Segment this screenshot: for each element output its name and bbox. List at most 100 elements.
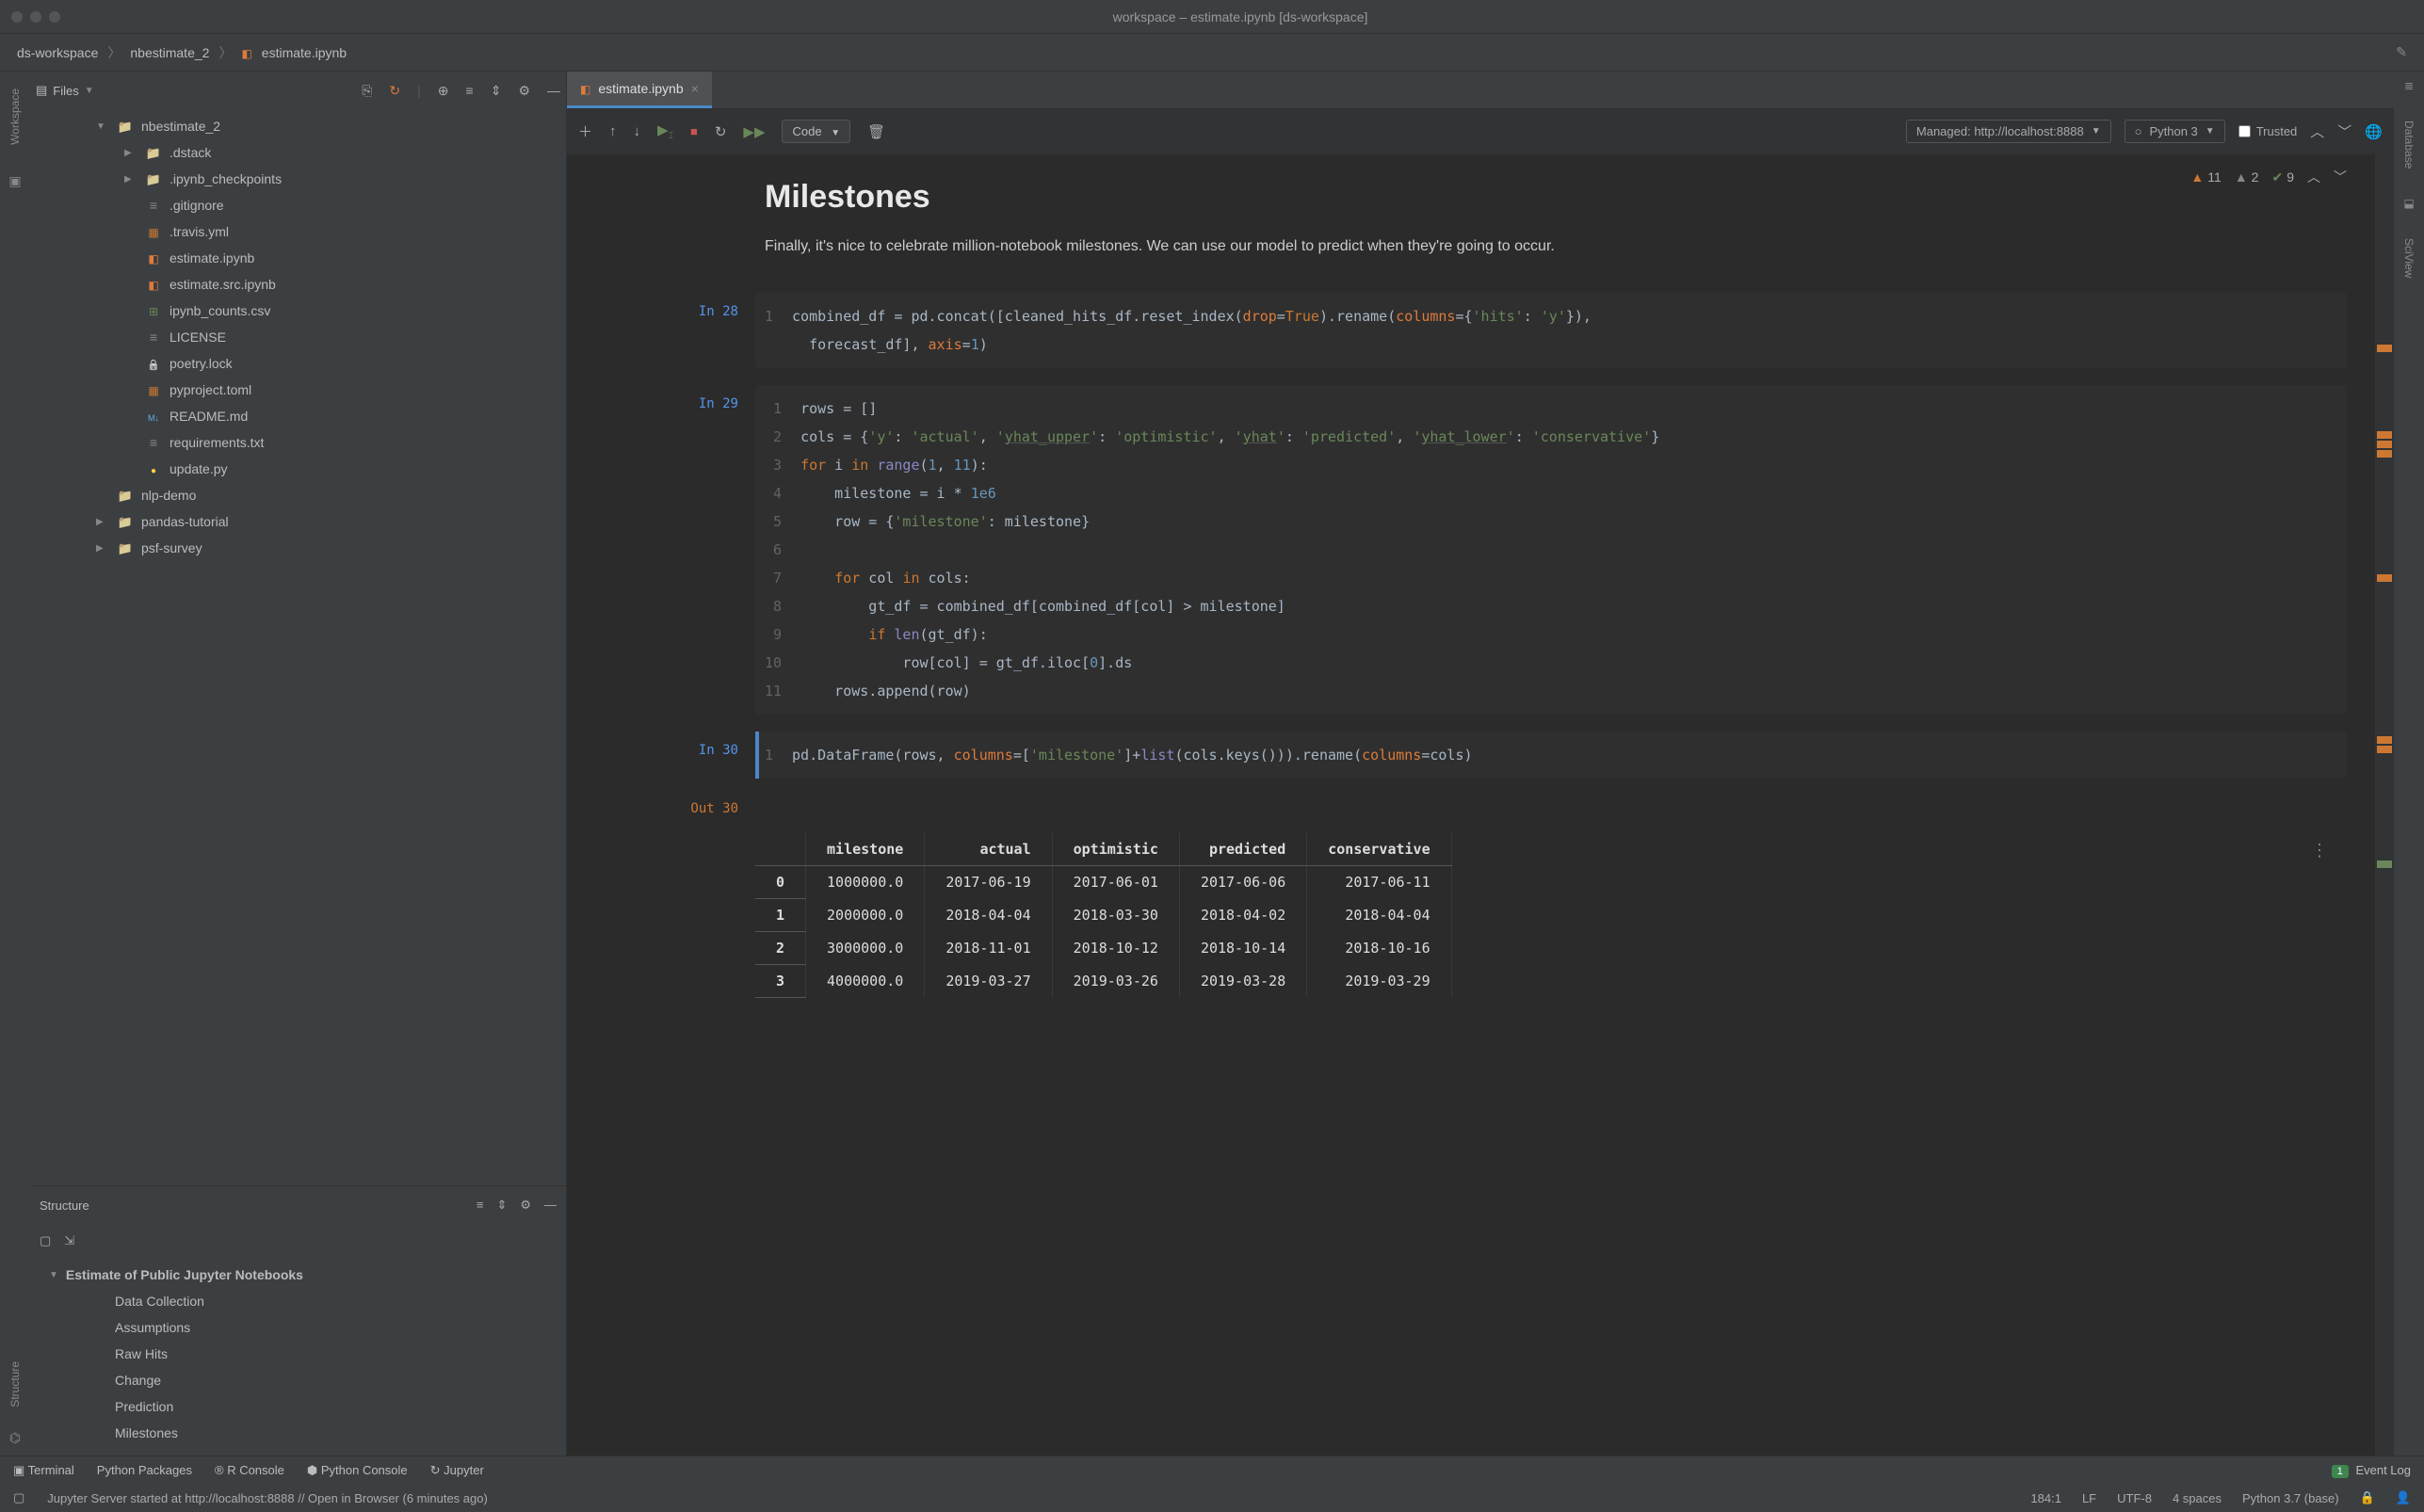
file-item[interactable]: estimate.src.ipynb bbox=[30, 271, 566, 298]
folder-item[interactable]: ▶ .ipynb_checkpoints bbox=[30, 166, 566, 192]
gear-icon[interactable]: ⚙ bbox=[518, 83, 530, 99]
code-text[interactable]: rows = [] cols = {'y': 'actual', 'yhat_u… bbox=[795, 385, 1673, 715]
people-icon[interactable]: 👤 bbox=[2396, 1490, 2411, 1505]
trusted-input[interactable] bbox=[2238, 125, 2251, 137]
folder-item[interactable]: ▶ psf-survey bbox=[30, 535, 566, 561]
run-cell-button[interactable]: ▶⌶ bbox=[657, 121, 673, 141]
inspection-status[interactable]: 11 2 9 ︿ ﹀ bbox=[2190, 168, 2347, 186]
expand-icon[interactable]: ≡ bbox=[477, 1198, 484, 1213]
markdown-paragraph[interactable]: Finally, it's nice to celebrate million-… bbox=[765, 234, 2375, 259]
line-separator[interactable]: LF bbox=[2082, 1491, 2096, 1505]
file-item[interactable]: update.py bbox=[30, 456, 566, 482]
jupyter-tab[interactable]: ↻ Jupyter bbox=[430, 1463, 484, 1478]
minimize-icon[interactable]: — bbox=[544, 1198, 557, 1213]
interpreter[interactable]: Python 3.7 (base) bbox=[2242, 1491, 2339, 1505]
structure-item[interactable]: Prediction bbox=[30, 1393, 566, 1420]
python-console-tab[interactable]: ⬢ Python Console bbox=[307, 1463, 408, 1478]
structure-tool-icon[interactable]: ⇲ bbox=[64, 1233, 74, 1248]
terminal-tab[interactable]: ▣ Terminal bbox=[13, 1463, 74, 1478]
chevron-up-icon[interactable]: ︿ bbox=[2307, 168, 2320, 186]
edit-icon[interactable]: ✎ bbox=[2396, 44, 2407, 60]
file-item[interactable]: README.md bbox=[30, 403, 566, 429]
file-item[interactable]: .travis.yml bbox=[30, 218, 566, 245]
output-table[interactable]: ⋮ milestoneactualoptimisticpredictedcons… bbox=[755, 833, 2337, 998]
expand-icon[interactable]: ≡ bbox=[466, 83, 474, 99]
indent[interactable]: 4 spaces bbox=[2173, 1491, 2222, 1505]
table-row[interactable]: 12000000.02018-04-042018-03-302018-04-02… bbox=[755, 898, 1451, 931]
kernel-chip[interactable]: ○ Python 3 ▼ bbox=[2125, 120, 2225, 143]
warning-count[interactable]: 11 bbox=[2190, 169, 2221, 185]
event-log-button[interactable]: 1 Event Log bbox=[2332, 1463, 2411, 1477]
encoding[interactable]: UTF-8 bbox=[2117, 1491, 2152, 1505]
folder-item[interactable]: ▶ .dstack bbox=[30, 139, 566, 166]
file-item[interactable]: requirements.txt bbox=[30, 429, 566, 456]
chevron-down-icon[interactable]: ▼ bbox=[85, 86, 94, 96]
file-tree[interactable]: ▼ nbestimate_2▶ .dstack▶ .ipynb_checkpoi… bbox=[30, 109, 566, 1185]
structure-item[interactable]: Milestones bbox=[30, 1420, 566, 1446]
collapse-icon[interactable]: ⇕ bbox=[496, 1198, 507, 1213]
folder-item[interactable]: ▶ pandas-tutorial bbox=[30, 508, 566, 535]
structure-item[interactable]: Data Collection bbox=[30, 1288, 566, 1314]
chevron-down-icon[interactable]: ﹀ bbox=[2337, 121, 2351, 141]
folder-item[interactable]: nlp-demo bbox=[30, 482, 566, 508]
run-all-button[interactable]: ▶▶ bbox=[743, 123, 765, 140]
structure-item[interactable]: Assumptions bbox=[30, 1314, 566, 1341]
collapse-icon[interactable]: ⇕ bbox=[491, 83, 502, 99]
add-cell-button[interactable]: ＋ bbox=[578, 121, 592, 141]
files-label[interactable]: Files bbox=[53, 84, 78, 98]
code-cell-28[interactable]: In 28 1 combined_df = pd.concat([cleaned… bbox=[595, 293, 2347, 368]
minimize-window-icon[interactable] bbox=[30, 11, 41, 23]
database-icon[interactable]: ≣ bbox=[2404, 79, 2414, 92]
workspace-tab[interactable]: Workspace bbox=[5, 79, 25, 154]
database-tab[interactable]: Database bbox=[2399, 111, 2419, 178]
tab-estimate[interactable]: estimate.ipynb × bbox=[567, 72, 712, 108]
weak-warning-count[interactable]: 2 bbox=[2235, 169, 2259, 185]
maximize-window-icon[interactable] bbox=[49, 11, 60, 23]
structure-tab[interactable]: Structure bbox=[5, 1352, 25, 1417]
table-row[interactable]: 01000000.02017-06-192017-06-012017-06-06… bbox=[755, 865, 1451, 898]
r-console-tab[interactable]: ® R Console bbox=[215, 1463, 284, 1477]
structure-item[interactable]: Raw Hits bbox=[30, 1341, 566, 1367]
cell-type-select[interactable]: Code ▼ bbox=[782, 120, 850, 143]
new-file-button[interactable]: ⎘ bbox=[362, 83, 372, 99]
close-window-icon[interactable] bbox=[11, 11, 23, 23]
delete-cell-button[interactable]: 🗑 bbox=[867, 123, 885, 140]
more-icon[interactable]: ⋮ bbox=[2311, 841, 2328, 861]
stop-button[interactable]: ■ bbox=[690, 124, 698, 138]
managed-server-chip[interactable]: Managed: http://localhost:8888 ▼ bbox=[1906, 120, 2111, 143]
breadcrumb-root[interactable]: ds-workspace bbox=[17, 45, 98, 60]
file-item[interactable]: LICENSE bbox=[30, 324, 566, 350]
file-item[interactable]: estimate.ipynb bbox=[30, 245, 566, 271]
trusted-checkbox[interactable]: Trusted bbox=[2238, 124, 2298, 138]
code-cell-29[interactable]: In 29 1234567891011 rows = [] cols = {'y… bbox=[595, 385, 2347, 715]
cursor-position[interactable]: 184:1 bbox=[2030, 1491, 2061, 1505]
python-packages-tab[interactable]: Python Packages bbox=[97, 1463, 192, 1477]
structure-tree[interactable]: ▼ Estimate of Public Jupyter Notebooks D… bbox=[30, 1258, 566, 1456]
target-icon[interactable]: ⊕ bbox=[438, 83, 449, 99]
run-icon[interactable]: ▢ bbox=[13, 1490, 24, 1505]
structure-icon[interactable]: ⌬ bbox=[9, 1430, 21, 1446]
folder-item[interactable]: ▼ nbestimate_2 bbox=[30, 113, 566, 139]
structure-root[interactable]: ▼ Estimate of Public Jupyter Notebooks bbox=[30, 1262, 566, 1288]
table-row[interactable]: 23000000.02018-11-012018-10-122018-10-14… bbox=[755, 931, 1451, 964]
structure-item[interactable]: Change bbox=[30, 1367, 566, 1393]
gear-icon[interactable]: ⚙ bbox=[520, 1198, 531, 1213]
file-item[interactable]: pyproject.toml bbox=[30, 377, 566, 403]
code-text[interactable]: combined_df = pd.concat([cleaned_hits_df… bbox=[786, 293, 1605, 368]
minimize-icon[interactable]: — bbox=[547, 83, 560, 99]
structure-tool-icon[interactable]: ▢ bbox=[40, 1233, 51, 1248]
code-cell-30[interactable]: In 30 1 pd.DataFrame(rows, columns=['mil… bbox=[595, 732, 2347, 779]
move-up-button[interactable]: ↑ bbox=[609, 123, 617, 139]
file-item[interactable]: poetry.lock bbox=[30, 350, 566, 377]
breadcrumb-file[interactable]: estimate.ipynb bbox=[262, 45, 347, 60]
inspection-gutter[interactable] bbox=[2375, 154, 2394, 1456]
table-row[interactable]: 34000000.02019-03-272019-03-262019-03-28… bbox=[755, 964, 1451, 997]
file-item[interactable]: ipynb_counts.csv bbox=[30, 298, 566, 324]
globe-icon[interactable]: 🌐 bbox=[2365, 123, 2383, 140]
chevron-down-icon[interactable]: ﹀ bbox=[2334, 168, 2347, 186]
lock-icon[interactable]: 🔒 bbox=[2360, 1490, 2375, 1505]
close-icon[interactable]: × bbox=[691, 81, 699, 96]
refresh-icon[interactable]: ↻ bbox=[389, 83, 400, 99]
breadcrumb-mid[interactable]: nbestimate_2 bbox=[130, 45, 209, 60]
code-text[interactable]: pd.DataFrame(rows, columns=['milestone']… bbox=[786, 732, 1486, 779]
